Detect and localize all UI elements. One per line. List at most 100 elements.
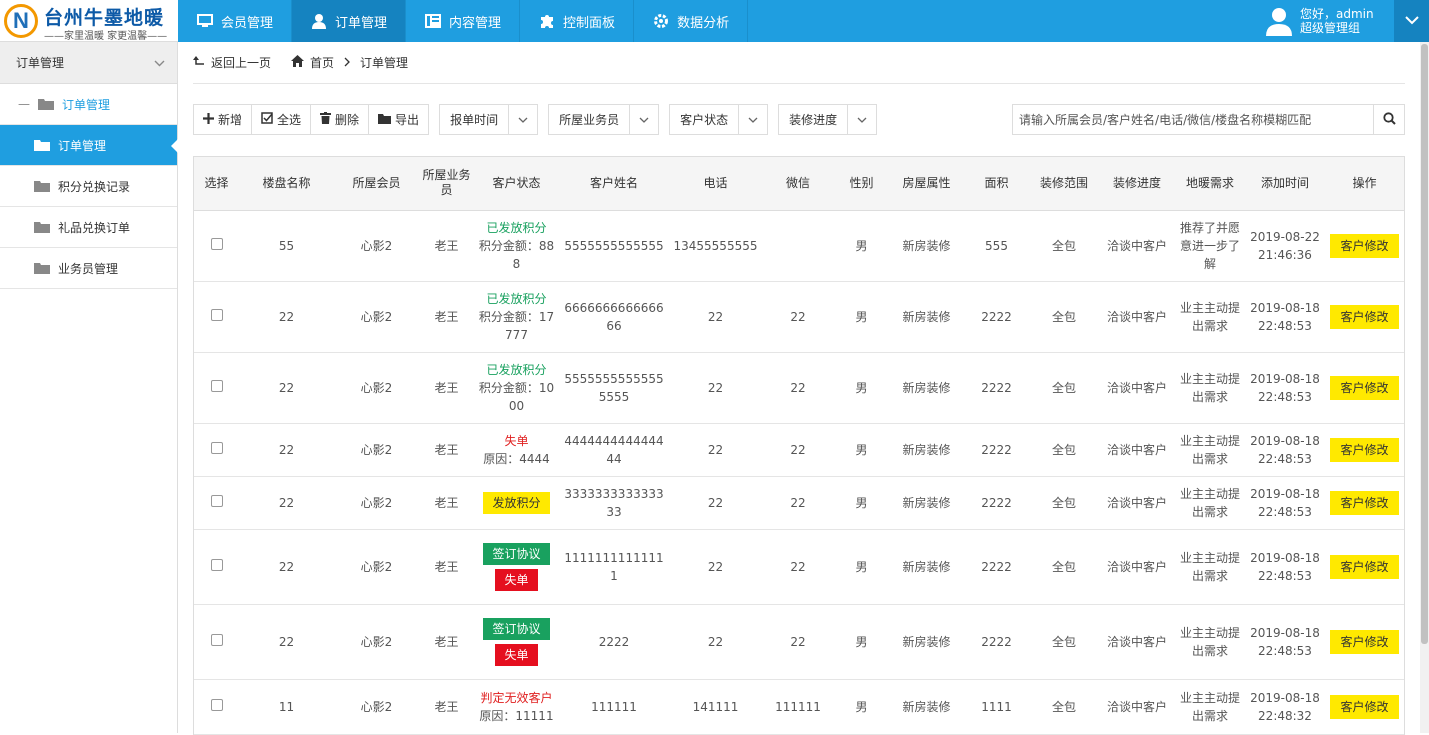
- row-checkbox[interactable]: [210, 237, 223, 250]
- lost-order-button[interactable]: 失单: [495, 643, 538, 666]
- sign-agreement-button[interactable]: 签订协议: [483, 617, 550, 640]
- added-time-cell: 2019-08-18 22:48:53: [1245, 529, 1325, 605]
- added-time-cell: 2019-08-18 22:48:53: [1245, 604, 1325, 680]
- phone-cell: 22: [669, 423, 762, 477]
- area-cell: 2222: [964, 281, 1029, 353]
- house-cell: 新房装修: [889, 679, 964, 735]
- phone-cell: 22: [669, 604, 762, 680]
- edit-customer-button[interactable]: 客户修改: [1330, 375, 1399, 400]
- progress-cell: 洽谈中客户: [1099, 423, 1175, 477]
- demand-cell: 业主主动提出需求: [1175, 476, 1245, 530]
- select-cell: [194, 679, 239, 735]
- monitor-icon: [196, 12, 214, 30]
- chevron-down-icon: [847, 105, 876, 134]
- row-checkbox[interactable]: [210, 308, 223, 321]
- delete-button[interactable]: 删除: [311, 105, 370, 134]
- added-time: 22:48:53: [1258, 504, 1312, 519]
- scope-cell: 全包: [1029, 679, 1099, 735]
- added-time: 22:48:53: [1258, 568, 1312, 583]
- filter-label: 客户状态: [680, 113, 729, 127]
- member-cell: 心影2: [334, 679, 419, 735]
- demand-cell: 推荐了并愿意进一步了解: [1175, 210, 1245, 282]
- scrollbar-thumb[interactable]: [1421, 44, 1428, 644]
- row-checkbox[interactable]: [210, 698, 223, 711]
- search-button[interactable]: [1373, 105, 1404, 134]
- added-time: 22:48:53: [1258, 643, 1312, 658]
- breadcrumb: 返回上一页 首页 订单管理: [193, 42, 1405, 84]
- user-role: 超级管理组: [1300, 21, 1361, 35]
- user-greeting: 您好，admin: [1300, 7, 1374, 21]
- sidebar-item-gift-orders[interactable]: 礼品兑换订单: [0, 207, 177, 248]
- filter-renovation-progress[interactable]: 装修进度: [778, 104, 878, 135]
- sidebar-group-orders[interactable]: — 订单管理: [0, 84, 177, 125]
- page-scrollbar[interactable]: [1420, 42, 1429, 733]
- status-text: 失单: [504, 433, 529, 448]
- sidebar-item-label: 业务员管理: [58, 261, 119, 276]
- nav-orders[interactable]: 订单管理: [292, 0, 407, 42]
- export-button[interactable]: 导出: [369, 105, 429, 134]
- sidebar-item-label: 订单管理: [58, 138, 107, 153]
- agent-cell: 老王: [419, 604, 474, 680]
- user-menu-toggle[interactable]: [1394, 0, 1429, 42]
- row-checkbox[interactable]: [210, 494, 223, 507]
- scope-cell: 全包: [1029, 476, 1099, 530]
- filter-report-time[interactable]: 报单时间: [439, 104, 539, 135]
- row-checkbox[interactable]: [210, 379, 223, 392]
- row-checkbox[interactable]: [210, 633, 223, 646]
- sidebar-item-orders[interactable]: 订单管理: [0, 125, 178, 166]
- gender-cell: 男: [834, 210, 889, 282]
- sidebar-header[interactable]: 订单管理: [0, 42, 177, 84]
- wechat-cell: 22: [762, 529, 834, 605]
- edit-customer-button[interactable]: 客户修改: [1330, 490, 1399, 515]
- col-header: 添加时间: [1245, 157, 1325, 211]
- added-date: 2019-08-18: [1250, 625, 1320, 640]
- sidebar-item-points-exchange[interactable]: 积分兑换记录: [0, 166, 177, 207]
- row-checkbox[interactable]: [210, 558, 223, 571]
- edit-customer-button[interactable]: 客户修改: [1330, 554, 1399, 579]
- sign-agreement-button[interactable]: 签订协议: [483, 542, 550, 565]
- user-info[interactable]: 您好，admin 超级管理组: [1264, 0, 1386, 42]
- lost-order-button[interactable]: 失单: [495, 568, 538, 591]
- nav-analytics[interactable]: 数据分析: [634, 0, 749, 42]
- building-cell: 22: [239, 604, 334, 680]
- added-time: 22:48:53: [1258, 389, 1312, 404]
- agent-cell: 老王: [419, 476, 474, 530]
- search-input[interactable]: [1013, 105, 1373, 134]
- filter-customer-status[interactable]: 客户状态: [669, 104, 769, 135]
- main-content: 返回上一页 首页 订单管理 新增 全选 删除 导出 报单时间 所屋业务员 客户状…: [193, 42, 1405, 735]
- scope-cell: 全包: [1029, 210, 1099, 282]
- edit-customer-button[interactable]: 客户修改: [1330, 629, 1399, 654]
- edit-customer-button[interactable]: 客户修改: [1330, 437, 1399, 462]
- table-row: 22 心影2 老王 失单 原因：4444 444444444444444 22 22 男新房装修…: [194, 423, 1404, 477]
- added-date: 2019-08-18: [1250, 371, 1320, 386]
- home-icon: [291, 55, 305, 70]
- nav-control-panel[interactable]: 控制面板: [520, 0, 635, 42]
- sidebar-item-agents[interactable]: 业务员管理: [0, 248, 177, 289]
- operation-cell: 客户修改: [1325, 679, 1404, 735]
- nav-content[interactable]: 内容管理: [406, 0, 521, 42]
- edit-customer-button[interactable]: 客户修改: [1330, 304, 1399, 329]
- edit-customer-button[interactable]: 客户修改: [1330, 233, 1399, 258]
- edit-customer-button[interactable]: 客户修改: [1330, 694, 1399, 719]
- select-all-button[interactable]: 全选: [252, 105, 312, 134]
- plus-icon: [203, 112, 214, 127]
- folder-icon: [34, 221, 50, 233]
- home-link[interactable]: 首页: [310, 54, 334, 71]
- issue-points-button[interactable]: 发放积分: [483, 491, 550, 514]
- status-detail: 积分金额：1000: [478, 380, 555, 413]
- select-cell: [194, 476, 239, 530]
- logo[interactable]: N 台州牛墨地暖 ——家里温暖 家更温馨——: [0, 0, 178, 42]
- select-cell: [194, 604, 239, 680]
- add-button[interactable]: 新增: [194, 105, 253, 134]
- back-link[interactable]: 返回上一页: [211, 54, 271, 71]
- scope-cell: 全包: [1029, 423, 1099, 477]
- gender-cell: 男: [834, 604, 889, 680]
- folder-open-icon: [34, 139, 50, 151]
- progress-cell: 洽谈中客户: [1099, 476, 1175, 530]
- select-cell: [194, 423, 239, 477]
- row-checkbox[interactable]: [210, 441, 223, 454]
- col-header: 装修范围: [1029, 157, 1099, 211]
- nav-members[interactable]: 会员管理: [178, 0, 293, 42]
- added-time: 21:46:36: [1258, 247, 1312, 262]
- filter-agent[interactable]: 所屋业务员: [548, 104, 660, 135]
